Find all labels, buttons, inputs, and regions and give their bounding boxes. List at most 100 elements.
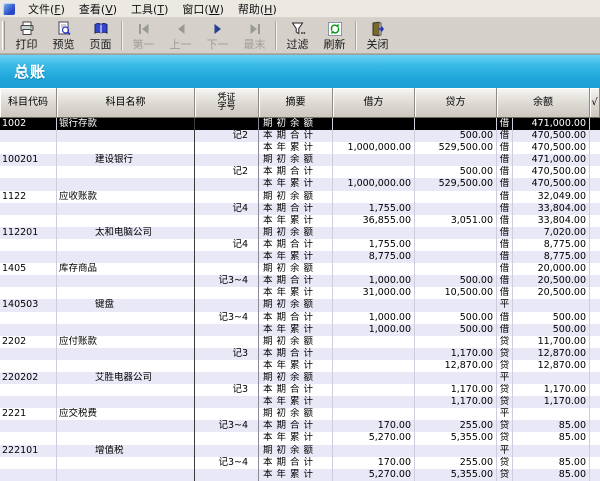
- cell-code[interactable]: 222101: [0, 444, 57, 457]
- table-row[interactable]: 220202 艾胜电器公司 期初余额 平: [0, 371, 600, 385]
- cell-debit[interactable]: [333, 384, 415, 397]
- cell-code[interactable]: 1405: [0, 263, 57, 276]
- cell-voucher[interactable]: 记4: [195, 238, 259, 252]
- cell-direction[interactable]: 借: [497, 142, 513, 155]
- table-row[interactable]: 本年累计 1,170.00 贷 1,170.00: [0, 396, 600, 409]
- cell-name[interactable]: 应收账款: [57, 190, 195, 203]
- cell-code[interactable]: [0, 287, 57, 300]
- table-row[interactable]: 本年累计 5,270.00 5,355.00 贷 85.00: [0, 468, 600, 481]
- cell-balance[interactable]: [513, 299, 590, 312]
- cell-direction[interactable]: 借: [497, 323, 513, 336]
- cell-summary[interactable]: 期初余额: [259, 335, 333, 348]
- table-row[interactable]: 记3~4 本期合计 1,000.00 500.00 借 20,500.00: [0, 275, 600, 288]
- cell-debit[interactable]: 1,000.00: [333, 275, 415, 288]
- cell-code[interactable]: [0, 178, 57, 191]
- cell-name[interactable]: [57, 432, 195, 445]
- cell-balance[interactable]: 1,170.00: [513, 384, 590, 397]
- cell-voucher[interactable]: [195, 335, 259, 348]
- cell-summary[interactable]: 本期合计: [259, 130, 333, 143]
- cell-check[interactable]: [590, 408, 600, 420]
- cell-direction[interactable]: 贷: [497, 468, 513, 481]
- cell-code[interactable]: [0, 384, 57, 397]
- cell-balance[interactable]: 1,170.00: [513, 396, 590, 409]
- cell-balance[interactable]: [513, 371, 590, 385]
- table-row[interactable]: 记4 本期合计 1,755.00 借 8,775.00: [0, 238, 600, 252]
- cell-summary[interactable]: 期初余额: [259, 118, 333, 131]
- cell-debit[interactable]: [333, 166, 415, 179]
- cell-direction[interactable]: 贷: [497, 335, 513, 348]
- cell-debit[interactable]: [333, 371, 415, 385]
- cell-summary[interactable]: 本期合计: [259, 347, 333, 360]
- menu-item-3[interactable]: 工具(T): [124, 0, 175, 18]
- cell-direction[interactable]: 平: [497, 444, 513, 457]
- cell-direction[interactable]: 贷: [497, 396, 513, 409]
- cell-check[interactable]: [590, 118, 600, 130]
- cell-name[interactable]: 库存商品: [57, 263, 195, 276]
- menu-item-2[interactable]: 查看(V): [72, 0, 124, 18]
- cell-balance[interactable]: 32,049.00: [513, 190, 590, 203]
- cell-check[interactable]: [590, 178, 600, 190]
- cell-balance[interactable]: 7,020.00: [513, 226, 590, 239]
- cell-summary[interactable]: 期初余额: [259, 154, 333, 167]
- cell-check[interactable]: [590, 469, 600, 481]
- cell-credit[interactable]: [415, 202, 497, 215]
- cell-debit[interactable]: 1,755.00: [333, 202, 415, 215]
- cell-balance[interactable]: 85.00: [513, 468, 590, 481]
- cell-code[interactable]: [0, 420, 57, 433]
- cell-credit[interactable]: [415, 251, 497, 264]
- cell-check[interactable]: [590, 299, 600, 311]
- cell-voucher[interactable]: [195, 323, 259, 336]
- cell-credit[interactable]: 3,051.00: [415, 214, 497, 227]
- cell-debit[interactable]: [333, 408, 415, 421]
- table-row[interactable]: 记3 本期合计 1,170.00 贷 12,870.00: [0, 347, 600, 360]
- cell-summary[interactable]: 本年累计: [259, 287, 333, 300]
- cell-check[interactable]: [590, 142, 600, 154]
- cell-credit[interactable]: [415, 238, 497, 252]
- cell-name[interactable]: 应付账款: [57, 335, 195, 348]
- cell-name[interactable]: [57, 238, 195, 252]
- toolbar-button-3[interactable]: 页面: [82, 18, 119, 53]
- cell-debit[interactable]: 5,270.00: [333, 468, 415, 481]
- cell-debit[interactable]: 1,000,000.00: [333, 178, 415, 191]
- cell-debit[interactable]: 36,855.00: [333, 214, 415, 227]
- cell-debit[interactable]: 31,000.00: [333, 287, 415, 300]
- cell-summary[interactable]: 本年累计: [259, 432, 333, 445]
- cell-summary[interactable]: 期初余额: [259, 299, 333, 312]
- cell-code[interactable]: [0, 347, 57, 360]
- cell-direction[interactable]: 借: [497, 251, 513, 264]
- cell-direction[interactable]: 平: [497, 371, 513, 385]
- cell-balance[interactable]: 33,804.00: [513, 214, 590, 227]
- cell-balance[interactable]: 20,500.00: [513, 287, 590, 300]
- cell-summary[interactable]: 期初余额: [259, 371, 333, 385]
- cell-debit[interactable]: 5,270.00: [333, 432, 415, 445]
- cell-debit[interactable]: 1,755.00: [333, 238, 415, 252]
- table-row[interactable]: 本年累计 1,000,000.00 529,500.00 借 470,500.00: [0, 142, 600, 155]
- cell-name[interactable]: [57, 142, 195, 155]
- cell-balance[interactable]: 85.00: [513, 456, 590, 469]
- table-row[interactable]: 2202 应付账款 期初余额 贷 11,700.00: [0, 335, 600, 348]
- menu-item-1[interactable]: 文件(F): [21, 0, 72, 18]
- cell-summary[interactable]: 本期合计: [259, 456, 333, 469]
- cell-summary[interactable]: 本期合计: [259, 420, 333, 433]
- cell-summary[interactable]: 本期合计: [259, 166, 333, 179]
- cell-name[interactable]: [57, 396, 195, 409]
- cell-debit[interactable]: 170.00: [333, 456, 415, 469]
- cell-voucher[interactable]: 记4: [195, 202, 259, 215]
- cell-debit[interactable]: [333, 226, 415, 239]
- cell-name[interactable]: 银行存款: [57, 118, 195, 131]
- cell-summary[interactable]: 本年累计: [259, 323, 333, 336]
- cell-name[interactable]: [57, 456, 195, 469]
- cell-check[interactable]: [590, 251, 600, 263]
- toolbar-grip[interactable]: [2, 21, 5, 50]
- cell-check[interactable]: [590, 420, 600, 432]
- cell-code[interactable]: [0, 323, 57, 336]
- cell-balance[interactable]: 85.00: [513, 420, 590, 433]
- cell-summary[interactable]: 期初余额: [259, 408, 333, 421]
- cell-name[interactable]: 键盘: [57, 299, 195, 312]
- cell-voucher[interactable]: 记2: [195, 130, 259, 143]
- cell-voucher[interactable]: [195, 359, 259, 372]
- toolbar-button-2[interactable]: 预览: [45, 18, 82, 53]
- cell-check[interactable]: [590, 396, 600, 408]
- cell-code[interactable]: 1122: [0, 190, 57, 203]
- cell-balance[interactable]: 20,500.00: [513, 275, 590, 288]
